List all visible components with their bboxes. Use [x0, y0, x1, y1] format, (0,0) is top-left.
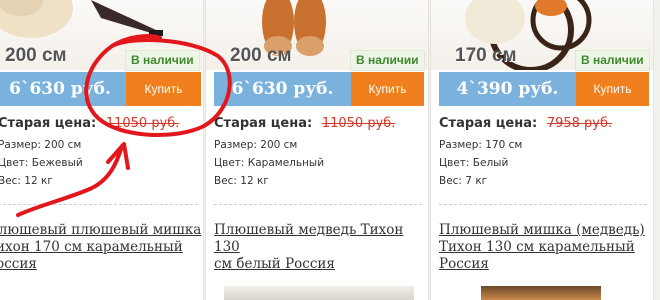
- spec-size: Размер: 200 см: [214, 139, 298, 151]
- price-display: 6`630 руб.: [214, 72, 351, 106]
- product-title-link[interactable]: Плюшевый плюшевый мишка Тихон 170 см кар…: [0, 222, 202, 273]
- buy-button[interactable]: Купить: [351, 72, 424, 106]
- old-price-value: 11050 руб.: [105, 116, 180, 131]
- in-stock-badge: В наличии: [575, 50, 650, 71]
- product-thumbnail[interactable]: [481, 286, 601, 300]
- product-title-link[interactable]: Плюшевый мишка (медведь) Тихон 130 см ка…: [439, 222, 651, 273]
- spec-color: Цвет: Карамельный: [214, 157, 325, 169]
- price-display: 6`630 руб.: [0, 72, 126, 106]
- buy-button[interactable]: Купить: [576, 72, 649, 106]
- product-card: 200 см В наличии 6`630 руб. Купить Стара…: [0, 0, 204, 300]
- price-display: 4`390 руб.: [439, 72, 576, 106]
- spec-color: Цвет: Бежевый: [0, 157, 83, 169]
- divider: [0, 204, 198, 205]
- title-line: Плюшевый плюшевый мишка: [0, 222, 202, 238]
- title-line: см белый Россия: [214, 256, 335, 272]
- size-label: 200 см: [5, 45, 67, 66]
- title-line: Плюшевый мишка (медведь): [439, 222, 645, 238]
- old-price-label: Старая цена:: [0, 116, 97, 131]
- spec-weight: Вес: 12 кг: [214, 175, 269, 187]
- title-line: Плюшевый медведь Тихон 130: [214, 222, 404, 255]
- spec-weight: Вес: 7 кг: [439, 175, 488, 187]
- spec-color: Цвет: Белый: [439, 157, 509, 169]
- old-price-value: 11050 руб.: [321, 116, 396, 131]
- size-label: 170 см: [455, 45, 517, 66]
- old-price: Старая цена: 7958 руб.: [439, 115, 612, 131]
- title-line: Тихон 130 см карамельный: [439, 239, 635, 255]
- spec-size: Размер: 170 см: [439, 139, 523, 151]
- buy-button[interactable]: Купить: [126, 72, 201, 106]
- divider: [439, 204, 647, 205]
- old-price: Старая цена: 11050 руб.: [214, 115, 395, 131]
- old-price-value: 7958 руб.: [546, 116, 613, 131]
- divider: [214, 204, 422, 205]
- spec-size: Размер: 200 см: [0, 139, 82, 151]
- old-price-label: Старая цена:: [439, 116, 538, 131]
- old-price: Старая цена: 11050 руб.: [0, 115, 179, 131]
- size-label: 200 см: [230, 45, 292, 66]
- product-title-link[interactable]: Плюшевый медведь Тихон 130 см белый Росс…: [214, 222, 426, 273]
- in-stock-badge: В наличии: [350, 50, 425, 71]
- product-thumbnail[interactable]: [224, 286, 414, 300]
- in-stock-badge: В наличии: [125, 50, 200, 71]
- product-card: 170 см В наличии 4`390 руб. Купить Стара…: [430, 0, 654, 300]
- spec-weight: Вес: 12 кг: [0, 175, 53, 187]
- title-line: Тихон 170 см карамельный: [0, 239, 183, 255]
- title-line: Россия: [0, 256, 37, 272]
- old-price-label: Старая цена:: [214, 116, 313, 131]
- product-card: 200 см В наличии 6`630 руб. Купить Стара…: [205, 0, 429, 300]
- title-line: Россия: [439, 256, 489, 272]
